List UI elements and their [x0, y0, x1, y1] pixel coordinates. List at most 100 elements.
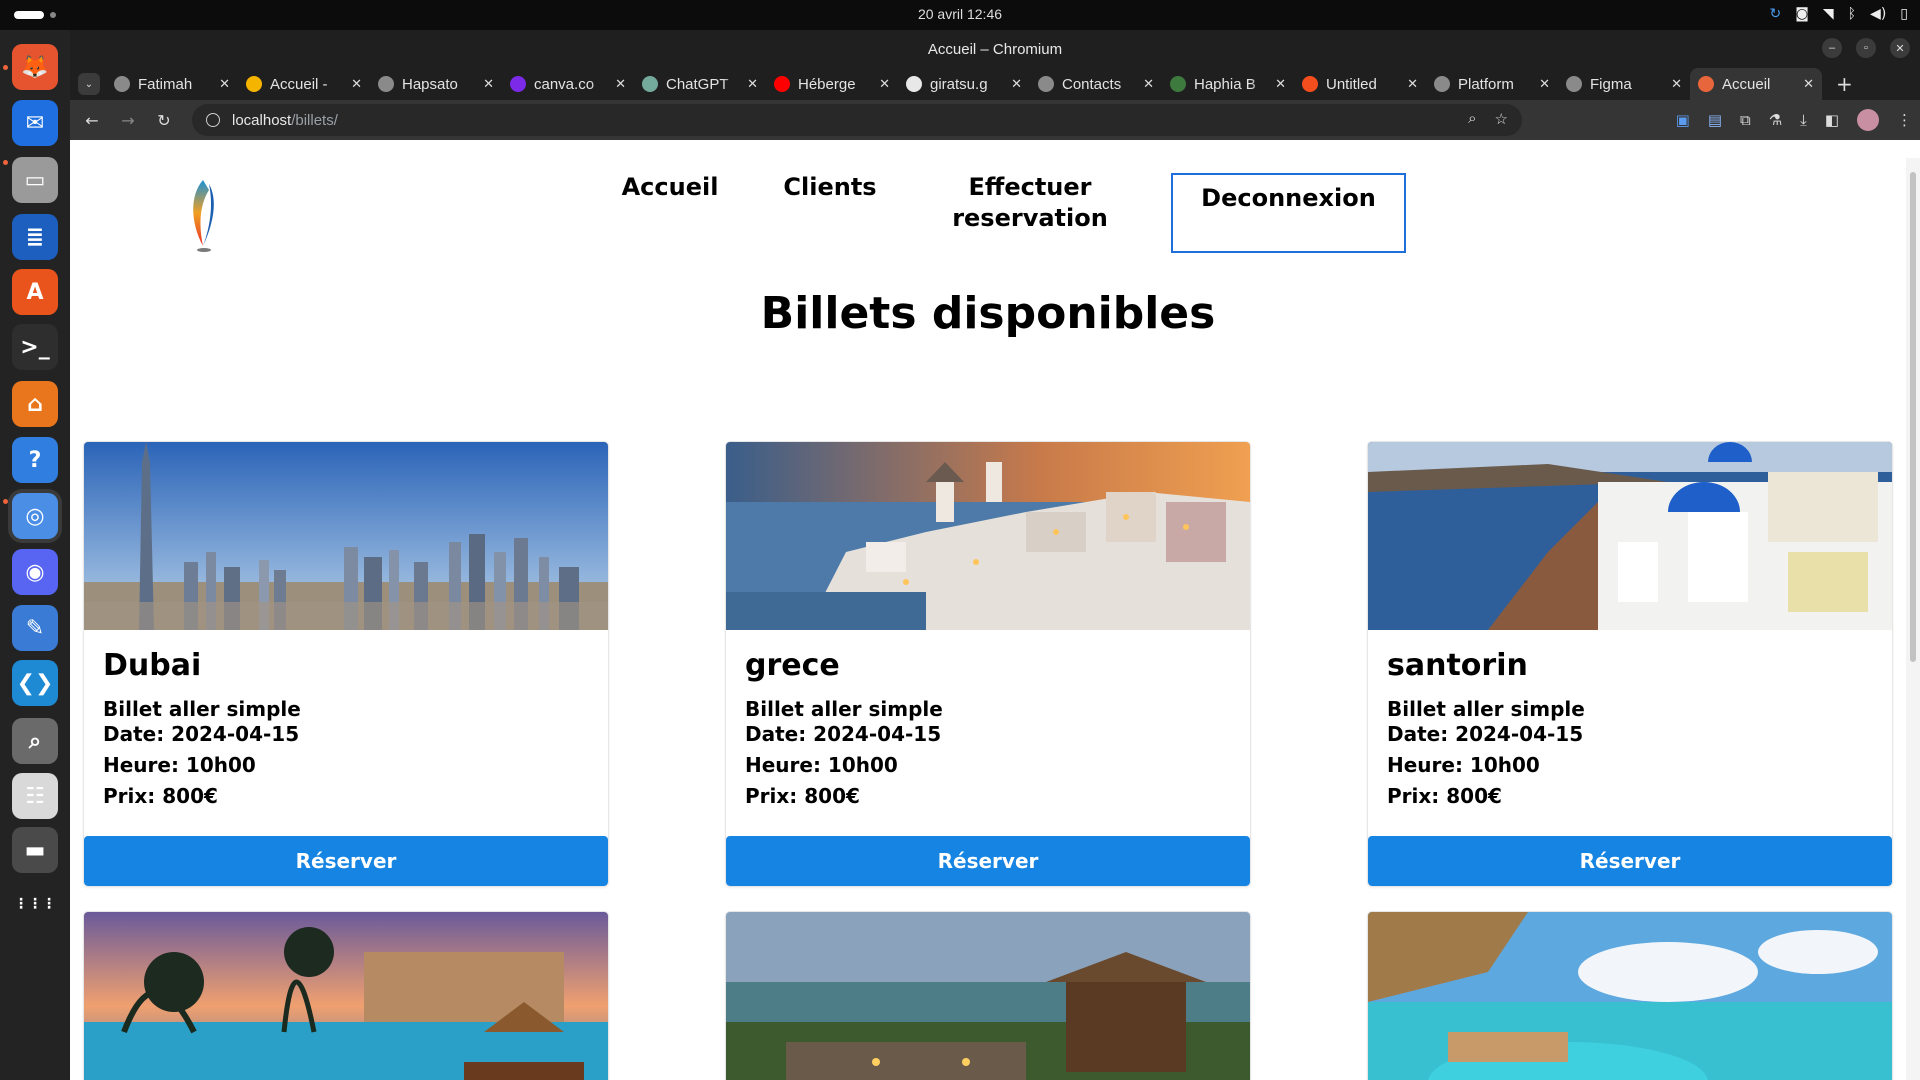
dock-package-manager-icon[interactable]: ⌂ — [12, 381, 58, 427]
download-icon[interactable]: ⤓ — [1800, 111, 1807, 129]
card-ticket-type: Billet aller simple — [745, 697, 943, 721]
tab-close-icon[interactable]: ✕ — [747, 76, 758, 92]
dock-files-icon[interactable]: ▭ — [12, 157, 58, 203]
tab-close-icon[interactable]: ✕ — [1803, 76, 1814, 92]
card-time: Heure: 10h00 — [1387, 753, 1540, 777]
dock-discord-icon[interactable]: ◉ — [12, 549, 58, 595]
nav-link-effectuer-reservation[interactable]: Effectuer reservation — [930, 172, 1130, 234]
nav-reservation-line2: reservation — [952, 204, 1108, 232]
dock-app-center-icon[interactable]: A — [12, 269, 58, 315]
nav-link-accueil[interactable]: Accueil — [610, 172, 730, 203]
extension-icon[interactable]: ▤ — [1708, 111, 1722, 129]
reserve-button[interactable]: Réserver — [84, 836, 608, 886]
dock-writer-icon[interactable]: ≣ — [12, 214, 58, 260]
profile-avatar[interactable] — [1857, 109, 1879, 131]
browser-tab[interactable]: Hapsato ✕ — [370, 68, 502, 100]
menu-kebab-icon[interactable]: ⋮ — [1897, 111, 1912, 129]
tab-title: Accueil — [1722, 75, 1771, 93]
dock-vscode-icon[interactable]: ❮❯ — [12, 660, 58, 706]
tab-close-icon[interactable]: ✕ — [879, 76, 890, 92]
running-indicator — [3, 65, 8, 70]
nav-link-clients[interactable]: Clients — [770, 172, 890, 203]
browser-tab[interactable]: Accueil ✕ — [1690, 68, 1822, 100]
window-titlebar[interactable]: Accueil – Chromium – ▫ ✕ — [70, 30, 1920, 68]
maximize-button[interactable]: ▫ — [1856, 38, 1876, 58]
nav-link-deconnexion[interactable]: Deconnexion — [1171, 173, 1406, 253]
address-bar[interactable]: localhost/billets/ ⌕ ☆ — [192, 104, 1522, 136]
browser-tab[interactable]: Haphia B ✕ — [1162, 68, 1294, 100]
new-tab-button[interactable]: + — [1836, 72, 1853, 96]
minimize-button[interactable]: – — [1822, 38, 1842, 58]
site-info-icon[interactable] — [206, 113, 220, 127]
browser-tab[interactable]: Fatimah ✕ — [106, 68, 238, 100]
card-image-overwater-pool — [1368, 912, 1892, 1080]
system-tray[interactable]: ↻ ◙ ◥ ᛒ ◀) ▯ — [1770, 6, 1908, 22]
dock-search-icon[interactable]: ⌕ — [12, 718, 58, 764]
dock-terminal-icon[interactable]: >_ — [12, 324, 58, 370]
dock-help-icon[interactable]: ? — [12, 437, 58, 483]
browser-tab[interactable]: giratsu.g ✕ — [898, 68, 1030, 100]
system-clock[interactable]: 20 avril 12:46 — [0, 6, 1920, 22]
browser-toolbar: ← → ↻ localhost/billets/ ⌕ ☆ ▣ ▤ ⧉ ⚗ ⤓ ◧… — [70, 100, 1920, 140]
reserve-button[interactable]: Réserver — [726, 836, 1250, 886]
reserve-button[interactable]: Réserver — [1368, 836, 1892, 886]
card-time: Heure: 10h00 — [103, 753, 256, 777]
browser-tab[interactable]: ChatGPT ✕ — [634, 68, 766, 100]
tab-close-icon[interactable]: ✕ — [1539, 76, 1550, 92]
discord-icon[interactable]: ◙ — [1795, 6, 1809, 22]
extension-icon[interactable]: ▣ — [1676, 111, 1690, 129]
tab-close-icon[interactable]: ✕ — [219, 76, 230, 92]
browser-tab[interactable]: Accueil - ✕ — [238, 68, 370, 100]
ticket-card — [726, 912, 1250, 1080]
card-image-tropical-resort — [84, 912, 608, 1080]
browser-tab[interactable]: Platform ✕ — [1426, 68, 1558, 100]
system-top-bar: 20 avril 12:46 ↻ ◙ ◥ ᛒ ◀) ▯ — [0, 0, 1920, 30]
dock-text-editor-icon[interactable]: ✎ — [12, 605, 58, 651]
bookmark-star-icon[interactable]: ☆ — [1495, 110, 1508, 128]
volume-icon[interactable]: ◀) — [1870, 6, 1886, 22]
tab-close-icon[interactable]: ✕ — [615, 76, 626, 92]
page-scrollbar[interactable] — [1906, 158, 1920, 1080]
chatgpt-icon — [642, 76, 658, 92]
battery-icon[interactable]: ▯ — [1900, 6, 1908, 22]
card-date: Date: 2024-04-15 — [1387, 722, 1584, 746]
browser-tab[interactable]: canva.co ✕ — [502, 68, 634, 100]
tab-close-icon[interactable]: ✕ — [1407, 76, 1418, 92]
site-logo[interactable] — [185, 176, 221, 256]
tab-search-button[interactable]: ⌄ — [78, 73, 100, 95]
extensions-puzzle-icon[interactable]: ⧉ — [1740, 111, 1751, 129]
card-date: Date: 2024-04-15 — [745, 722, 942, 746]
browser-tab[interactable]: Contacts ✕ — [1030, 68, 1162, 100]
back-button[interactable]: ← — [74, 111, 110, 130]
browser-tab[interactable]: Untitled ✕ — [1294, 68, 1426, 100]
labs-flask-icon[interactable]: ⚗ — [1769, 111, 1782, 129]
browser-tab[interactable]: Figma ✕ — [1558, 68, 1690, 100]
close-window-button[interactable]: ✕ — [1890, 38, 1910, 58]
globe-icon — [1038, 76, 1054, 92]
tab-close-icon[interactable]: ✕ — [1671, 76, 1682, 92]
ticket-card: santorin Billet aller simple Date: 2024-… — [1368, 442, 1892, 886]
dock-removable-icon[interactable]: ▬ — [12, 827, 58, 873]
tab-close-icon[interactable]: ✕ — [1011, 76, 1022, 92]
canva-icon — [510, 76, 526, 92]
dock-thunderbird-icon[interactable]: ✉ — [12, 100, 58, 146]
tab-close-icon[interactable]: ✕ — [483, 76, 494, 92]
scrollbar-thumb[interactable] — [1910, 172, 1916, 662]
forward-button[interactable]: → — [110, 111, 146, 130]
zoom-icon[interactable]: ⌕ — [1468, 110, 1476, 128]
card-time: Heure: 10h00 — [745, 753, 898, 777]
dock-document-viewer-icon[interactable]: ☷ — [12, 773, 58, 819]
tab-close-icon[interactable]: ✕ — [1143, 76, 1154, 92]
bluetooth-icon[interactable]: ᛒ — [1848, 6, 1856, 22]
side-panel-icon[interactable]: ◧ — [1825, 111, 1839, 129]
reload-button[interactable]: ↻ — [146, 111, 182, 130]
dock-firefox-icon[interactable]: 🦊 — [12, 44, 58, 90]
refresh-icon[interactable]: ↻ — [1770, 6, 1782, 22]
dock-app-grid-icon[interactable]: ⋮⋮⋮ — [12, 881, 58, 927]
browser-tab[interactable]: Héberge ✕ — [766, 68, 898, 100]
card-price: Prix: 800€ — [745, 784, 860, 808]
wifi-icon[interactable]: ◥ — [1823, 6, 1834, 22]
tab-close-icon[interactable]: ✕ — [351, 76, 362, 92]
dock-chromium-icon[interactable]: ◎ — [12, 493, 58, 539]
tab-close-icon[interactable]: ✕ — [1275, 76, 1286, 92]
